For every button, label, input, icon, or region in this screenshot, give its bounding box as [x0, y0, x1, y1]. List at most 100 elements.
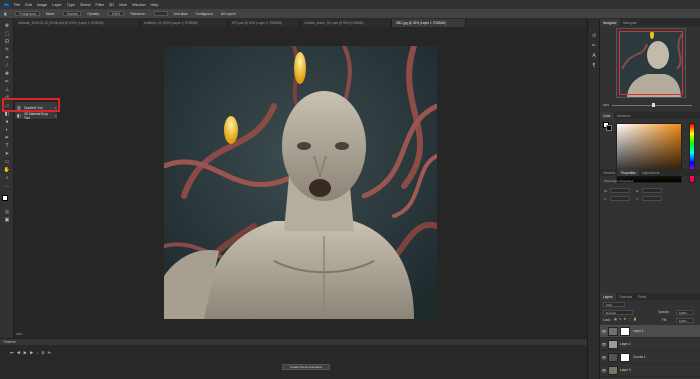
anti-alias-checkbox[interactable]: Anti-alias	[174, 12, 188, 16]
eye-icon[interactable]: 👁	[600, 368, 608, 373]
tab-layers[interactable]: Layers	[600, 293, 616, 300]
lock-icons[interactable]: ▦✎✥⬚🔒	[614, 317, 639, 321]
brush-tool-icon[interactable]: ✏	[3, 79, 11, 85]
clone-stamp-tool-icon[interactable]: ⊥	[3, 87, 11, 93]
pen-tool-icon[interactable]: ✒	[3, 135, 11, 141]
zoom-tool-icon[interactable]: ⌕	[3, 175, 11, 181]
eye-icon[interactable]: 👁	[600, 355, 608, 360]
path-select-tool-icon[interactable]: ➤	[3, 151, 11, 157]
menu-edit[interactable]: Edit	[25, 3, 32, 7]
timeline-panel	[0, 345, 598, 379]
eyedropper-tool-icon[interactable]: ⁄	[3, 63, 11, 69]
screen-mode-icon[interactable]: ▣	[3, 217, 11, 223]
layer-opacity-input[interactable]: 100%	[676, 310, 694, 315]
menu-select[interactable]: Select	[80, 3, 91, 7]
layer-row[interactable]: 👁 Layer 0	[600, 364, 700, 377]
tab-document-active[interactable]: SBC.jpg @ 33% (Layer 1, RGB/8#)	[392, 19, 466, 27]
x-input[interactable]	[610, 196, 630, 201]
tab-document-3[interactable]: SF0.psd @ 50% (Layer 1, RGB/8#)	[228, 19, 300, 27]
layer-row[interactable]: 👁 Layer 2	[600, 338, 700, 351]
layer-name[interactable]: Layer 1	[633, 329, 644, 333]
fill-input[interactable]: 100%	[676, 318, 694, 323]
brush-settings-icon[interactable]: ✏	[591, 43, 597, 49]
blur-tool-icon[interactable]: ●	[3, 119, 11, 125]
layer-mask-thumbnail[interactable]	[620, 326, 630, 336]
tab-document-1[interactable]: Ultimate_2049-02-15_09-36.psd @ 100% (La…	[14, 19, 140, 27]
layer-row[interactable]: 👁 Curves 1	[600, 351, 700, 364]
eye-icon[interactable]: 👁	[600, 329, 608, 334]
healing-brush-tool-icon[interactable]: ✚	[3, 71, 11, 77]
opacity-input[interactable]: 100%	[107, 11, 125, 16]
menu-view[interactable]: View	[119, 3, 127, 7]
first-frame-icon[interactable]: ⏮	[10, 350, 17, 355]
navigator-tabs: Navigator Histogram	[600, 19, 700, 26]
height-input[interactable]	[642, 188, 662, 193]
document-canvas[interactable]	[164, 46, 437, 319]
navigator-view-box[interactable]	[619, 31, 683, 95]
history-panel-icon[interactable]: ↺	[591, 33, 597, 39]
foreground-color-swatch[interactable]	[2, 195, 8, 201]
tab-navigator[interactable]: Navigator	[600, 19, 620, 26]
flyout-item-3d-material-drop-tool[interactable]: ◧ 3D Material Drop Tool G	[17, 112, 57, 120]
lasso-tool-icon[interactable]: ᘏ	[3, 39, 11, 45]
layer-thumbnail	[608, 326, 618, 336]
split-icon[interactable]: ✂	[48, 350, 55, 355]
properties-tabs: Libraries Properties Adjustments	[600, 169, 700, 176]
menu-file[interactable]: File	[14, 3, 20, 7]
menu-layer[interactable]: Layer	[52, 3, 62, 7]
options-bar: ◧ Foreground Mode: Normal Opacity: 100% …	[0, 9, 700, 19]
play-icon[interactable]: ▶	[23, 350, 30, 355]
tab-libraries[interactable]: Libraries	[600, 169, 618, 176]
tab-document-2[interactable]: Untitled-1 @ 100% (Layer 1, RGB/8#)	[140, 19, 228, 27]
tab-histogram[interactable]: Histogram	[620, 19, 641, 26]
color-panel-background-swatch[interactable]	[606, 125, 612, 131]
tab-adjustments[interactable]: Adjustments	[639, 169, 663, 176]
layer-row[interactable]: 👁 Layer 1	[600, 325, 700, 338]
paragraph-panel-icon[interactable]: ¶	[591, 63, 597, 69]
menu-help[interactable]: Help	[151, 3, 159, 7]
tab-properties[interactable]: Properties	[618, 169, 639, 176]
type-tool-icon[interactable]: T	[3, 143, 11, 149]
create-frame-animation-button[interactable]: Create Frame Animation	[282, 364, 330, 370]
tab-swatches[interactable]: Swatches	[614, 112, 634, 119]
tab-channels[interactable]: Channels	[616, 293, 635, 300]
more-tools-icon[interactable]: …	[3, 183, 11, 189]
menu-window[interactable]: Window	[132, 3, 146, 7]
crop-tool-icon[interactable]: ⌗	[3, 55, 11, 61]
contiguous-checkbox[interactable]: Contiguous	[196, 12, 213, 16]
marquee-tool-icon[interactable]: ⬚	[3, 31, 11, 37]
layer-name[interactable]: Layer 0	[620, 368, 631, 372]
photoshop-logo: Ps	[3, 1, 10, 8]
layer-filter-kind[interactable]: Kind	[603, 302, 625, 307]
all-layers-checkbox[interactable]: All Layers	[221, 12, 236, 16]
move-tool-icon[interactable]: ✥	[3, 23, 11, 29]
timeline-panel-header: Timeline	[0, 338, 598, 345]
navigator-zoom-value[interactable]: 33%	[603, 103, 609, 107]
quick-mask-icon[interactable]: ◎	[3, 209, 11, 215]
menu-3d[interactable]: 3D	[109, 3, 114, 7]
y-input[interactable]	[642, 196, 662, 201]
eye-icon[interactable]: 👁	[600, 342, 608, 347]
menu-image[interactable]: Image	[37, 3, 48, 7]
shape-tool-icon[interactable]: ▭	[3, 159, 11, 165]
tab-color[interactable]: Color	[600, 112, 614, 119]
character-panel-icon[interactable]: A	[591, 53, 597, 59]
paint-bucket-icon[interactable]: ◧	[4, 12, 7, 16]
navigator-zoom-knob[interactable]	[652, 103, 655, 107]
layer-name[interactable]: Layer 2	[620, 342, 631, 346]
menu-filter[interactable]: Filter	[96, 3, 104, 7]
sample-select[interactable]: Foreground	[15, 11, 40, 16]
quick-select-tool-icon[interactable]: ✎	[3, 47, 11, 53]
layer-name[interactable]: Curves 1	[633, 355, 646, 359]
mode-select[interactable]: Normal	[63, 11, 82, 16]
dodge-tool-icon[interactable]: ◐	[3, 127, 11, 133]
hand-tool-icon[interactable]: ✋	[3, 167, 11, 173]
navigator-preview[interactable]	[616, 28, 686, 98]
tab-paths[interactable]: Paths	[635, 293, 649, 300]
layer-mask-thumbnail[interactable]	[620, 352, 630, 362]
tolerance-input[interactable]	[153, 11, 168, 16]
blend-mode-select[interactable]: Normal	[603, 310, 633, 315]
tab-document-4[interactable]: Zombie_scene_001.psd @ 50% (RGB/8#)	[300, 19, 392, 27]
menu-type[interactable]: Type	[67, 3, 75, 7]
width-input[interactable]	[610, 188, 630, 193]
